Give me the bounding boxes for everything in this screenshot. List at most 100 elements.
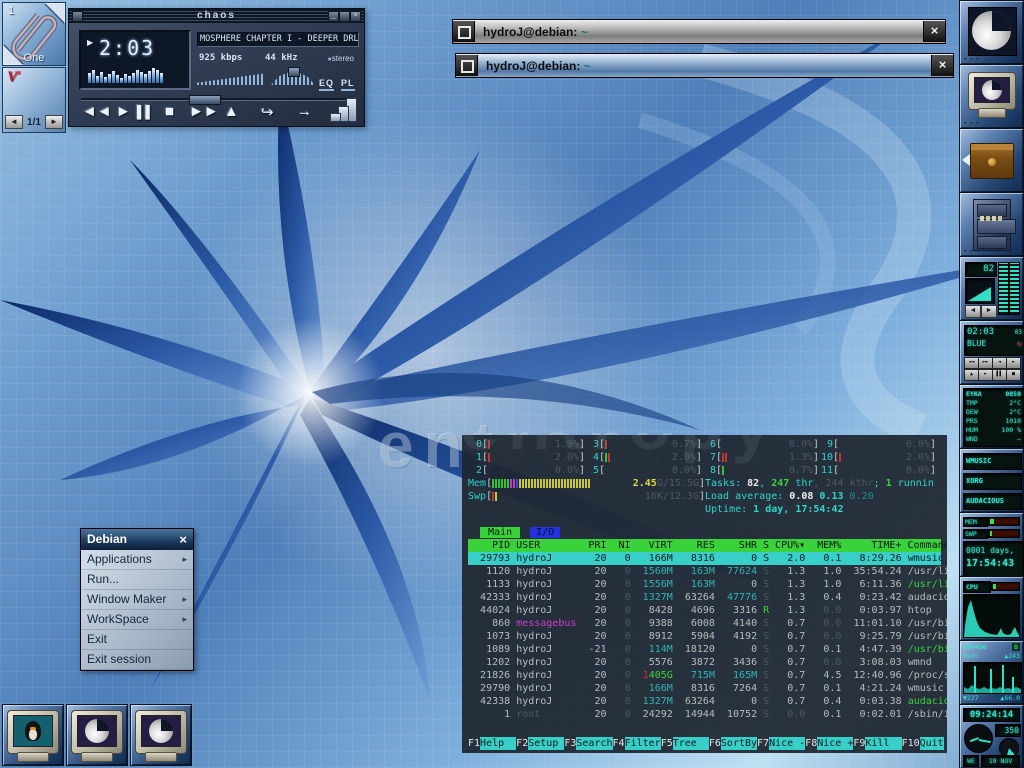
process-row[interactable]: 42338 hydroJ 20 0 1327M 63264 0 S 0.7 0.… [468, 695, 941, 708]
tab-main[interactable]: Main [480, 527, 520, 538]
terminal-window-2[interactable]: hydroJ@debian: ~ × [455, 53, 954, 78]
process-row[interactable]: 44024 hydroJ 20 0 8428 4696 3316 R 1.3 0… [468, 604, 941, 617]
playlist-button[interactable]: PL [341, 78, 355, 91]
cpu-history-graph [963, 594, 1020, 638]
dock-tile-wmnd[interactable]: ENP4S0B ▼345▲243 ▼227▲66.0 [959, 640, 1024, 705]
wmusic-eject-button[interactable]: ▲ [964, 369, 979, 381]
process-row[interactable]: 1073 hydroJ 20 0 8912 5904 4192 S 0.7 0.… [468, 630, 941, 643]
menu-item-exit[interactable]: Exit [81, 630, 193, 650]
menu-item-exit-session[interactable]: Exit session [81, 650, 193, 670]
table-header[interactable]: PID USER PRI NI VIRT RES SHR S CPU%▾ MEM… [468, 539, 941, 552]
process-row[interactable]: 1089 hydroJ -21 0 114M 18120 0 S 0.7 0.1… [468, 643, 941, 656]
fkey-f7[interactable]: F7Nice - [757, 737, 805, 750]
process-row[interactable]: 42333 hydroJ 20 0 1327M 63264 47776 S 1.… [468, 591, 941, 604]
balance-knob[interactable] [288, 67, 300, 77]
menu-close-icon[interactable]: × [179, 529, 193, 550]
window-menu-button[interactable] [453, 21, 475, 42]
fkey-f3[interactable]: F3Search [564, 737, 612, 750]
process-row[interactable]: 29793 hydroJ 20 0 166M 8316 0 S 2.0 0.1 … [468, 552, 941, 565]
play-button[interactable]: ► [116, 103, 131, 120]
cpu-meter-5: 5[0.0%] [585, 464, 702, 477]
fkey-f8[interactable]: F8Nice + [805, 737, 853, 750]
fkey-f5[interactable]: F5Tree [661, 737, 709, 750]
player-menu-button[interactable] [72, 11, 83, 22]
fkey-f10[interactable]: F10Quit [902, 737, 944, 750]
dock-tile-memmon[interactable]: MEM SWP 0001 days,17:54:43 [959, 512, 1024, 577]
wmusic-play-button[interactable]: ► [978, 369, 993, 381]
fkey-f1[interactable]: F1Help [468, 737, 516, 750]
equalizer-button[interactable]: EQ [319, 78, 334, 91]
process-row[interactable]: 1120 hydroJ 20 0 1560M 163M 77624 S 1.3 … [468, 565, 941, 578]
htop-window[interactable]: entropy 0[1.9%]3[0.7%]6[0.0%]9[0.0%]1[2.… [462, 435, 947, 753]
process-row[interactable]: 860 messagebus 20 0 9388 6008 4140 S 0.7… [468, 617, 941, 630]
mixer-prev-button[interactable]: ◄ [965, 305, 981, 318]
submenu-arrow-icon: ▸ [182, 610, 187, 629]
dock-tile-wmusic[interactable]: 02:0303 BLUE↻ ◄◄ ►► ◄ ► ▲ ► ▌▌ ■ [959, 320, 1024, 385]
wmusic-next-button[interactable]: ►► [978, 357, 993, 369]
window-menu-button[interactable] [456, 55, 478, 76]
fkey-f6[interactable]: F6SortBy [709, 737, 757, 750]
fkey-f9[interactable]: F9Kill [853, 737, 901, 750]
process-row[interactable]: 1 root 20 0 24292 14944 10752 S 0.0 0.1 … [468, 708, 941, 721]
terminal-window-1[interactable]: hydroJ@debian: ~ × [452, 19, 946, 44]
process-row[interactable]: 29790 hydroJ 20 0 166M 8316 7264 S 0.7 0… [468, 682, 941, 695]
pager-next-button[interactable]: ► [45, 115, 63, 129]
close-icon[interactable]: × [923, 21, 945, 42]
dock-tile-wmtop[interactable]: WMUSIC XORG AUDACIOUS [959, 448, 1024, 513]
wmusic-prev-button[interactable]: ◄◄ [964, 357, 979, 369]
pause-button[interactable]: ▌▌ [137, 105, 154, 119]
tab-io[interactable]: I/O [530, 527, 560, 538]
miniwindow-terminal-tux[interactable] [2, 704, 64, 766]
next-button[interactable]: ►► [189, 103, 219, 120]
pager-logo: V [7, 69, 17, 86]
wmusic-stop-button[interactable]: ■ [1006, 369, 1021, 381]
player-minimize-button[interactable]: _ [328, 11, 339, 22]
menu-titlebar[interactable]: Debian × [81, 529, 193, 550]
dock-tile-cpumon[interactable]: CPU [959, 576, 1024, 641]
dock-tile-drawer[interactable] [959, 128, 1024, 193]
function-key-bar: F1Help F2Setup F3SearchF4FilterF5Tree F6… [468, 737, 941, 750]
fkey-f2[interactable]: F2Setup [516, 737, 564, 750]
fkey-f4[interactable]: F4Filter [613, 737, 661, 750]
pager-prev-button[interactable]: ◄ [5, 115, 23, 129]
dock-tile-mixer[interactable]: 82 ◄ ► [959, 256, 1024, 321]
miniwindow-terminal-2[interactable] [130, 704, 192, 766]
wmusic-rew-button[interactable]: ◄ [992, 357, 1007, 369]
player-shade-button[interactable] [339, 11, 350, 22]
close-icon[interactable]: × [931, 55, 953, 76]
mixer-volume-panel[interactable] [965, 278, 995, 304]
dock-tile-terminal[interactable] [959, 64, 1024, 129]
spectrum-analyzer[interactable] [88, 66, 182, 83]
dock-tile-filecabinet[interactable] [959, 192, 1024, 257]
track-title-marquee[interactable]: MOSPHERE CHAPTER I - DEEPER DRL [197, 32, 359, 47]
workspace-clip[interactable]: 1 One [2, 2, 66, 66]
dock-tile-weather[interactable]: EYKA0850 TMP2°C DEW2°C PRS1010 HUM100 % … [959, 384, 1024, 449]
player-titlebar[interactable]: chaos [69, 9, 364, 23]
menu-item-window-maker[interactable]: Window Maker▸ [81, 590, 193, 610]
eject-button[interactable]: ▲ [224, 103, 239, 120]
wmusic-ff-button[interactable]: ► [1006, 357, 1021, 369]
stop-button[interactable]: ■ [165, 103, 174, 120]
menu-item-applications[interactable]: Applications▸ [81, 550, 193, 570]
player-close-button[interactable]: × [350, 11, 361, 22]
seek-bar[interactable] [81, 95, 351, 103]
process-row[interactable]: 21826 hydroJ 20 0 1405G 715M 165M S 0.7 … [468, 669, 941, 682]
dock-tile-wmaker[interactable] [959, 0, 1024, 65]
dock-tile-clock[interactable]: 09:24:14 350 WE 19 NOV [959, 704, 1024, 768]
player-time[interactable]: 2:03 [99, 36, 155, 60]
player-display[interactable]: ▶ 2:03 [79, 30, 191, 90]
menu-item-workspace[interactable]: WorkSpace▸ [81, 610, 193, 630]
prev-button[interactable]: ◄◄ [82, 103, 112, 120]
wmusic-pause-button[interactable]: ▌▌ [992, 369, 1007, 381]
process-row[interactable]: 1202 hydroJ 20 0 5576 3872 3436 S 0.7 0.… [468, 656, 941, 669]
repeat-button[interactable]: → [297, 103, 312, 120]
pager-widget[interactable]: V ◄ 1/1 ► [2, 67, 66, 133]
shuffle-button[interactable]: ↪ [261, 103, 274, 121]
volume-slider[interactable] [197, 73, 263, 85]
mixer-next-button[interactable]: ► [981, 305, 997, 318]
menu-item-run[interactable]: Run... [81, 570, 193, 590]
audio-player-window[interactable]: chaos _ × ▶ 2:03 MOSPHERE CHAPTER I - DE… [68, 8, 365, 127]
process-row[interactable]: 1133 hydroJ 20 0 1556M 163M 0 S 1.3 1.0 … [468, 578, 941, 591]
cpu-meter-0: 0[1.9%] [468, 438, 585, 451]
miniwindow-terminal-1[interactable] [66, 704, 128, 766]
